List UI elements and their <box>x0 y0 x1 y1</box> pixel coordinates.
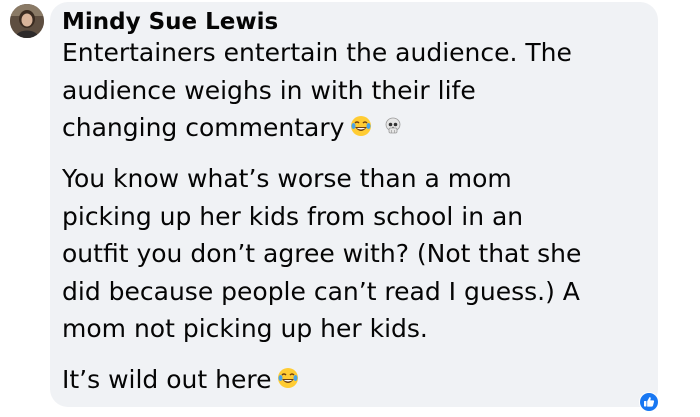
like-icon <box>640 393 658 411</box>
skull-emoji-icon <box>382 115 404 137</box>
like-reaction-badge[interactable] <box>639 392 659 412</box>
comment-text-line: audience weighs in with their life <box>62 75 476 105</box>
comment-paragraph: Entertainers entertain the audience. The… <box>62 34 652 147</box>
profile-photo-icon <box>10 4 44 38</box>
comment-text-line: You know what’s worse than a mom <box>62 164 512 193</box>
comment-text-line: Entertainers entertain the audience. The <box>62 38 572 67</box>
comment-text-line: changing commentary <box>62 109 652 147</box>
comment-text-line: It’s wild out here <box>62 361 652 399</box>
comment-text-line: outfit you don’t agree with? (Not that s… <box>62 239 582 268</box>
laughing-tears-emoji-icon <box>350 115 372 137</box>
laughing-tears-emoji-icon <box>277 367 299 389</box>
comment-text-line: mom not picking up her kids. <box>62 314 428 343</box>
comment-thread: Mindy Sue Lewis Entertainers entertain t… <box>0 0 700 417</box>
comment-paragraph: You know what’s worse than a mom picking… <box>62 160 652 348</box>
comment-text-line: picking up her kids from school in an <box>62 201 524 231</box>
comment-author[interactable]: Mindy Sue Lewis <box>62 7 278 37</box>
avatar[interactable] <box>10 4 44 38</box>
comment-text-line: did because people can’t read I guess.) … <box>62 276 580 306</box>
comment-paragraph: It’s wild out here <box>62 361 652 399</box>
